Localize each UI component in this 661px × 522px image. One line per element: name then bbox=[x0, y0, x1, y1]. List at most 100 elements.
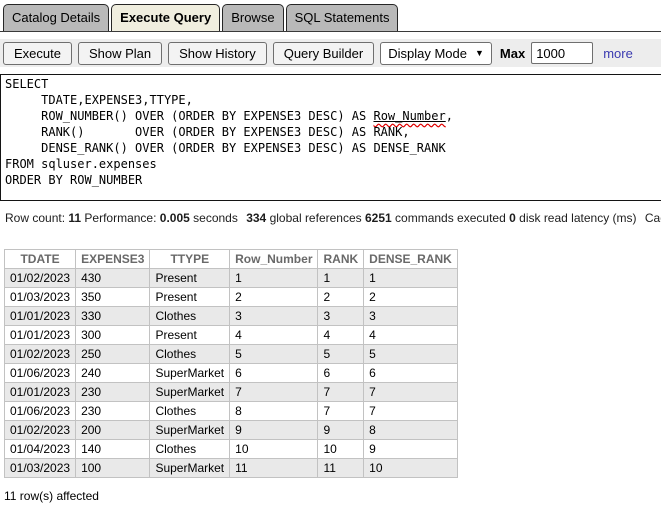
show-history-button[interactable]: Show History bbox=[168, 42, 267, 65]
table-cell: 4 bbox=[364, 326, 458, 345]
table-cell: 01/02/2023 bbox=[5, 269, 76, 288]
tab-execute-query[interactable]: Execute Query bbox=[111, 4, 220, 31]
display-mode-value: Display Mode bbox=[388, 46, 467, 61]
tab-label: Catalog Details bbox=[12, 10, 100, 25]
tab-label: Browse bbox=[231, 10, 274, 25]
table-cell: 10 bbox=[230, 440, 318, 459]
table-row: 01/01/2023330Clothes333 bbox=[5, 307, 458, 326]
execute-button[interactable]: Execute bbox=[3, 42, 72, 65]
query-stats-line: Row count: 11 Performance: 0.005 seconds… bbox=[5, 211, 661, 225]
commands-label: commands executed bbox=[395, 211, 506, 225]
table-cell: 6 bbox=[318, 364, 364, 383]
table-cell: 01/01/2023 bbox=[5, 383, 76, 402]
table-cell: 01/02/2023 bbox=[5, 421, 76, 440]
table-cell: 3 bbox=[318, 307, 364, 326]
sql-misspelled-word: Row_Number bbox=[373, 109, 445, 123]
table-cell: 3 bbox=[364, 307, 458, 326]
table-cell: 01/02/2023 bbox=[5, 345, 76, 364]
tab-browse[interactable]: Browse bbox=[222, 4, 283, 31]
table-row: 01/02/2023430Present111 bbox=[5, 269, 458, 288]
table-cell: 430 bbox=[76, 269, 150, 288]
max-rows-input[interactable] bbox=[531, 42, 593, 64]
tab-catalog-details[interactable]: Catalog Details bbox=[3, 4, 109, 31]
seconds-label: seconds bbox=[193, 211, 238, 225]
table-cell: 300 bbox=[76, 326, 150, 345]
table-cell: SuperMarket bbox=[150, 421, 230, 440]
table-cell: 10 bbox=[364, 459, 458, 478]
performance-label: Performance: bbox=[84, 211, 156, 225]
table-cell: Clothes bbox=[150, 440, 230, 459]
tab-bar: Catalog Details Execute Query Browse SQL… bbox=[0, 0, 661, 32]
global-refs-value: 334 bbox=[246, 211, 266, 225]
show-plan-button[interactable]: Show Plan bbox=[78, 42, 162, 65]
column-header-rank[interactable]: RANK bbox=[318, 250, 364, 269]
column-header-row-number[interactable]: Row_Number bbox=[230, 250, 318, 269]
table-cell: 5 bbox=[364, 345, 458, 364]
table-cell: 230 bbox=[76, 402, 150, 421]
table-row: 01/04/2023140Clothes10109 bbox=[5, 440, 458, 459]
column-header-ttype[interactable]: TTYPE bbox=[150, 250, 230, 269]
results-table: TDATE EXPENSE3 TTYPE Row_Number RANK DEN… bbox=[4, 249, 458, 478]
sql-editor-textarea[interactable]: SELECT TDATE,EXPENSE3,TTYPE, ROW_NUMBER(… bbox=[0, 74, 661, 201]
table-cell: 01/01/2023 bbox=[5, 326, 76, 345]
row-count-label: Row count: bbox=[5, 211, 65, 225]
sql-text: SELECT TDATE,EXPENSE3,TTYPE, ROW_NUMBER(… bbox=[5, 77, 373, 123]
table-cell: 8 bbox=[230, 402, 318, 421]
table-cell: 4 bbox=[318, 326, 364, 345]
tab-label: Execute Query bbox=[120, 10, 211, 25]
table-cell: 330 bbox=[76, 307, 150, 326]
table-cell: 10 bbox=[318, 440, 364, 459]
table-header-row: TDATE EXPENSE3 TTYPE Row_Number RANK DEN… bbox=[5, 250, 458, 269]
table-cell: Present bbox=[150, 288, 230, 307]
results-table-body: 01/02/2023430Present11101/03/2023350Pres… bbox=[5, 269, 458, 478]
table-cell: 6 bbox=[364, 364, 458, 383]
table-cell: 7 bbox=[318, 383, 364, 402]
tab-label: SQL Statements bbox=[295, 10, 390, 25]
table-cell: 1 bbox=[318, 269, 364, 288]
table-row: 01/02/2023250Clothes555 bbox=[5, 345, 458, 364]
column-header-expense3[interactable]: EXPENSE3 bbox=[76, 250, 150, 269]
commands-value: 6251 bbox=[365, 211, 392, 225]
query-toolbar: Execute Show Plan Show History Query Bui… bbox=[0, 39, 661, 67]
table-cell: 01/06/2023 bbox=[5, 402, 76, 421]
table-cell: 2 bbox=[318, 288, 364, 307]
table-cell: Clothes bbox=[150, 345, 230, 364]
tab-sql-statements[interactable]: SQL Statements bbox=[286, 4, 399, 31]
table-cell: 200 bbox=[76, 421, 150, 440]
query-builder-button[interactable]: Query Builder bbox=[273, 42, 374, 65]
table-cell: 350 bbox=[76, 288, 150, 307]
row-count-value: 11 bbox=[68, 211, 81, 225]
table-cell: 240 bbox=[76, 364, 150, 383]
table-cell: 9 bbox=[230, 421, 318, 440]
table-cell: Present bbox=[150, 269, 230, 288]
table-row: 01/01/2023230SuperMarket777 bbox=[5, 383, 458, 402]
table-cell: Present bbox=[150, 326, 230, 345]
cached-query-label: Cached Query: bbox=[645, 211, 661, 225]
table-cell: 7 bbox=[230, 383, 318, 402]
more-link[interactable]: more bbox=[603, 46, 633, 61]
table-cell: 1 bbox=[230, 269, 318, 288]
table-cell: 7 bbox=[364, 383, 458, 402]
table-cell: 01/03/2023 bbox=[5, 288, 76, 307]
table-cell: 01/06/2023 bbox=[5, 364, 76, 383]
disk-latency-value: 0 bbox=[509, 211, 516, 225]
global-refs-label: global references bbox=[270, 211, 362, 225]
table-row: 01/06/2023240SuperMarket666 bbox=[5, 364, 458, 383]
display-mode-select[interactable]: Display Mode ▼ bbox=[380, 42, 492, 65]
column-header-dense-rank[interactable]: DENSE_RANK bbox=[364, 250, 458, 269]
table-cell: Clothes bbox=[150, 402, 230, 421]
table-cell: 230 bbox=[76, 383, 150, 402]
table-cell: SuperMarket bbox=[150, 364, 230, 383]
table-cell: 11 bbox=[230, 459, 318, 478]
column-header-tdate[interactable]: TDATE bbox=[5, 250, 76, 269]
table-cell: Clothes bbox=[150, 307, 230, 326]
table-cell: 140 bbox=[76, 440, 150, 459]
performance-value: 0.005 bbox=[160, 211, 190, 225]
max-rows-label: Max bbox=[500, 46, 525, 61]
table-cell: 8 bbox=[364, 421, 458, 440]
table-cell: 01/01/2023 bbox=[5, 307, 76, 326]
table-cell: SuperMarket bbox=[150, 383, 230, 402]
table-row: 01/03/2023100SuperMarket111110 bbox=[5, 459, 458, 478]
table-cell: 5 bbox=[318, 345, 364, 364]
table-cell: 2 bbox=[230, 288, 318, 307]
